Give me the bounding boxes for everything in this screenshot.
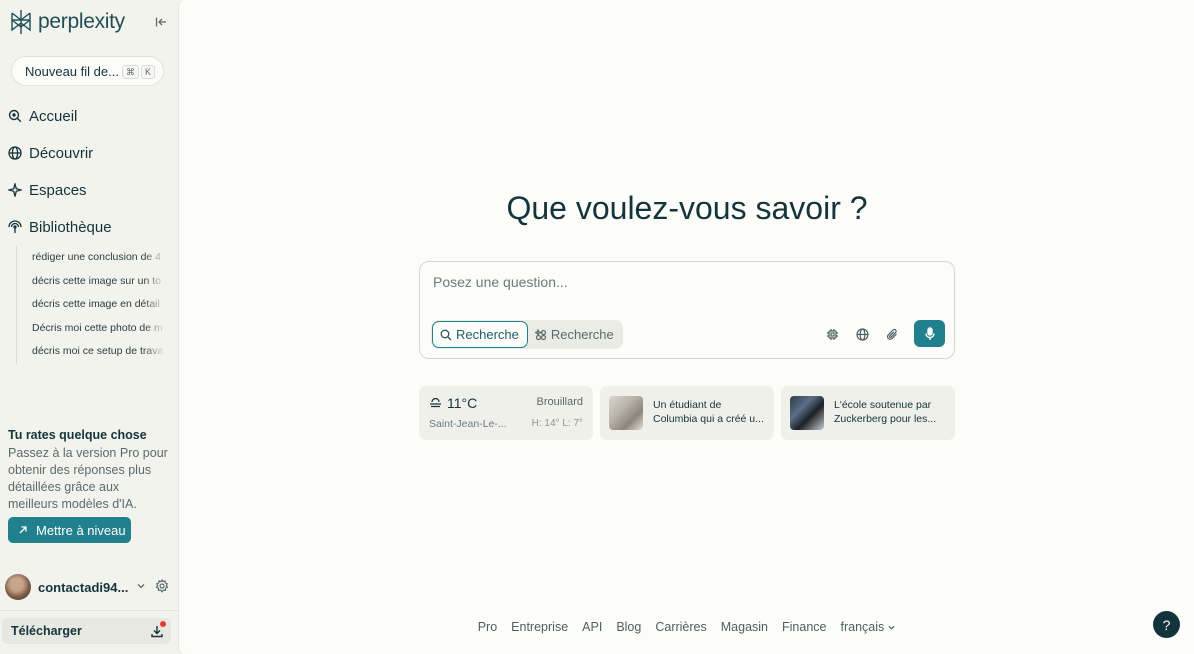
sidebar-item-label: Bibliothèque xyxy=(29,218,112,236)
fog-icon xyxy=(430,397,441,408)
upgrade-button-label: Mettre à niveau xyxy=(36,522,126,538)
main-panel: Que voulez-vous savoir ? Recherche Reche… xyxy=(178,0,1194,654)
footer-link-api[interactable]: API xyxy=(582,620,602,634)
widget-cards: 11°C Brouillard Saint-Jean-Le-... H: 14°… xyxy=(419,386,955,440)
footer-link-careers[interactable]: Carrières xyxy=(655,620,706,634)
mode-label: Recherche xyxy=(550,327,614,342)
sources-button[interactable] xyxy=(853,325,871,343)
library-thread-item[interactable]: rédiger une conclusion de 4 xyxy=(17,246,166,270)
news-line: Zuckerberg pour les... xyxy=(834,412,937,425)
arrow-up-right-icon xyxy=(19,526,27,534)
paperclip-icon xyxy=(886,328,897,340)
sidebar-item-label: Accueil xyxy=(29,107,78,125)
ask-box: Recherche Recherche xyxy=(419,261,955,359)
language-select[interactable]: français xyxy=(840,620,896,634)
shortcut-hint: ⌘ K xyxy=(121,65,155,79)
brand-name: perplexity xyxy=(38,10,125,33)
news-thumbnail xyxy=(609,396,643,430)
sidebar-item-label: Découvrir xyxy=(29,144,94,162)
shortcut-key-cmd: ⌘ xyxy=(121,65,139,79)
news-line: L'école soutenue par xyxy=(834,399,932,411)
download-label: Télécharger xyxy=(11,624,82,638)
news-line: Un étudiant de xyxy=(653,399,722,411)
sidebar-item-library[interactable]: Bibliothèque xyxy=(8,215,112,239)
promo-title: Tu rates quelque chose xyxy=(8,428,147,442)
language-label: français xyxy=(840,620,885,634)
promo-body: Passez à la version Pro pour obtenir des… xyxy=(8,446,168,511)
sidebar-item-home[interactable]: Accueil xyxy=(8,104,77,128)
news-card[interactable]: Un étudiant de Columbia qui a créé u... xyxy=(600,386,774,440)
divider xyxy=(0,610,178,611)
upgrade-promo: Tu rates quelque chose Passez à la versi… xyxy=(8,428,168,513)
username: contactadi94... xyxy=(38,579,129,595)
search-icon xyxy=(8,109,22,123)
news-thumbnail xyxy=(790,396,824,430)
upgrade-button[interactable]: Mettre à niveau xyxy=(8,517,131,543)
globe-icon xyxy=(855,327,869,341)
mode-label: Recherche xyxy=(456,327,519,342)
microphone-icon xyxy=(924,326,935,340)
sidebar-item-label: Espaces xyxy=(29,181,87,199)
ask-input[interactable] xyxy=(433,274,933,290)
weather-high-low: H: 14° L: 7° xyxy=(531,418,583,429)
news-headline: Un étudiant de Columbia qui a créé u... xyxy=(653,399,768,426)
chevron-down-icon xyxy=(888,625,895,630)
weather-city: Saint-Jean-Le-... xyxy=(429,418,507,430)
footer-link-finance[interactable]: Finance xyxy=(782,620,826,634)
sidebar-item-spaces[interactable]: Espaces xyxy=(8,178,87,202)
weather-card[interactable]: 11°C Brouillard Saint-Jean-Le-... H: 14°… xyxy=(419,386,593,440)
chevron-down-icon xyxy=(136,581,146,594)
footer-link-pro[interactable]: Pro xyxy=(478,620,497,634)
user-menu[interactable]: contactadi94... xyxy=(5,573,171,601)
attach-button[interactable] xyxy=(883,325,901,343)
mode-toggle: Recherche Recherche xyxy=(431,320,623,349)
collapse-sidebar-button[interactable] xyxy=(152,13,170,31)
news-line: Columbia qui a créé u... xyxy=(653,412,764,425)
footer-links: Pro Entreprise API Blog Carrières Magasi… xyxy=(179,620,1194,634)
mode-search-button[interactable]: Recherche xyxy=(432,321,528,348)
footer-link-enterprise[interactable]: Entreprise xyxy=(511,620,568,634)
library-thread-item[interactable]: décris cette image en détail xyxy=(17,293,166,317)
chip-icon xyxy=(826,328,838,340)
help-button[interactable]: ? xyxy=(1153,611,1180,638)
weather-temp: 11°C xyxy=(447,395,478,411)
weather-condition: Brouillard xyxy=(536,396,583,408)
news-card[interactable]: L'école soutenue par Zuckerberg pour les… xyxy=(781,386,955,440)
voice-button[interactable] xyxy=(914,320,945,347)
gear-icon[interactable] xyxy=(155,579,169,593)
notification-dot xyxy=(160,621,166,627)
page-title: Que voulez-vous savoir ? xyxy=(506,190,868,226)
footer-link-store[interactable]: Magasin xyxy=(721,620,768,634)
sidebar-item-discover[interactable]: Découvrir xyxy=(8,141,93,165)
library-thread-item[interactable]: Décris moi cette photo de m xyxy=(17,316,166,341)
news-headline: L'école soutenue par Zuckerberg pour les… xyxy=(834,399,949,426)
sparkle-icon xyxy=(8,183,22,197)
research-icon xyxy=(534,328,546,340)
perplexity-logo-icon xyxy=(11,10,31,34)
globe-icon xyxy=(8,146,22,160)
search-icon xyxy=(440,329,452,340)
mode-research-button[interactable]: Recherche xyxy=(528,321,622,348)
sidebar: perplexity Nouveau fil de... ⌘ K Accueil… xyxy=(0,0,178,654)
library-icon xyxy=(8,220,22,233)
library-thread-item[interactable]: décris cette image sur un to xyxy=(17,269,166,294)
library-thread-item[interactable]: décris moi ce setup de trava xyxy=(17,340,166,364)
new-thread-button[interactable]: Nouveau fil de... ⌘ K xyxy=(11,56,164,86)
new-thread-label: Nouveau fil de... xyxy=(25,63,119,79)
download-button[interactable]: Télécharger xyxy=(2,618,171,644)
collapse-left-icon xyxy=(155,17,166,27)
model-select-button[interactable] xyxy=(823,325,841,343)
logo[interactable]: perplexity xyxy=(10,8,125,36)
shortcut-key-k: K xyxy=(140,65,155,79)
avatar xyxy=(5,574,31,600)
footer-link-blog[interactable]: Blog xyxy=(616,620,641,634)
library-thread-list: rédiger une conclusion de 4 décris cette… xyxy=(16,246,166,364)
